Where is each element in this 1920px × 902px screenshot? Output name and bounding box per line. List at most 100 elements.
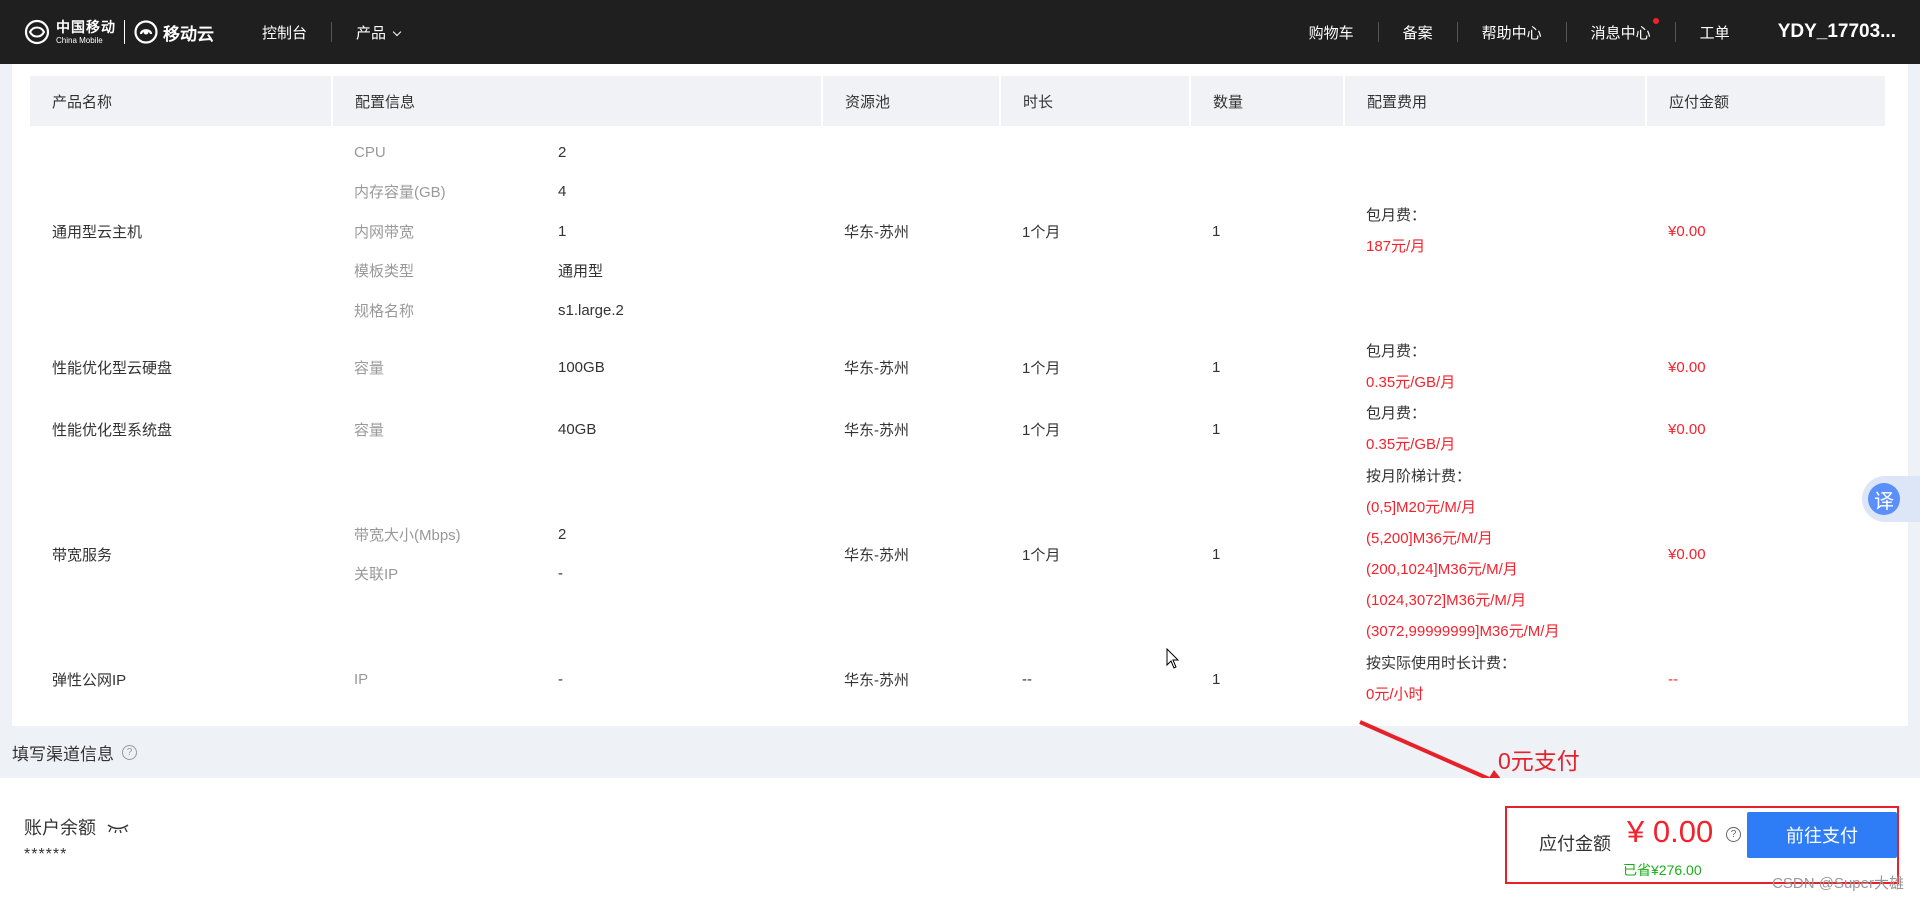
config-key: 模板类型 [354, 263, 415, 280]
table-row: 性能优化型云硬盘 容量 100GB 华东-苏州 1个月 1 包月费： 0.35元/… [30, 336, 1885, 398]
duration: 1个月 [1022, 546, 1061, 564]
quantity: 1 [1212, 222, 1221, 240]
brand-cn: 中国移动 [56, 18, 116, 35]
mobile-cloud-logo-icon [134, 20, 158, 44]
fee-line: 0.35元/GB/月 [1366, 374, 1456, 391]
config-fee: 按实际使用时长计费： 0元/小时 [1344, 648, 1646, 710]
header-config: 配置信息 [332, 76, 823, 126]
config-value: 100GB [558, 358, 605, 376]
amount-due: -- [1668, 670, 1678, 688]
fee-label: 包月费： [1366, 405, 1427, 422]
config-key: CPU [354, 143, 386, 161]
product-name: 性能优化型云硬盘 [52, 359, 173, 377]
duration: 1个月 [1022, 359, 1061, 377]
quantity: 1 [1212, 420, 1221, 438]
resource-pool: 华东-苏州 [844, 359, 909, 377]
config-cell: 容量 100GB [332, 336, 822, 398]
nav-filing[interactable]: 备案 [1379, 22, 1457, 43]
brand-en: China Mobile [56, 35, 103, 45]
config-cell: 带宽大小(Mbps) 2 关联IP - [332, 460, 822, 648]
config-value: 2 [558, 143, 567, 161]
nav-help-center[interactable]: 帮助中心 [1458, 22, 1566, 43]
eye-closed-icon[interactable] [107, 821, 129, 837]
duration: -- [1022, 670, 1032, 688]
product-name: 带宽服务 [52, 546, 113, 564]
resource-pool: 华东-苏州 [844, 421, 909, 439]
config-item: 规格名称 s1.large.2 [354, 290, 822, 330]
config-key: IP [354, 670, 369, 688]
amount-due: ¥0.00 [1668, 420, 1706, 438]
product-name: 性能优化型系统盘 [52, 421, 173, 439]
config-value: 4 [558, 183, 567, 200]
config-cell: IP - [332, 648, 822, 710]
quantity: 1 [1212, 358, 1221, 376]
header-resource-pool: 资源池 [822, 76, 1001, 126]
pay-amount-label: 应付金额 [1539, 834, 1611, 854]
config-cell: 容量 40GB [332, 398, 822, 460]
user-account[interactable]: YDY_17703... [1754, 21, 1896, 43]
table-row: 性能优化型系统盘 容量 40GB 华东-苏州 1个月 1 包月费： 0.35元/G… [30, 398, 1885, 460]
header-config-fee: 配置费用 [1344, 76, 1647, 126]
config-value: 通用型 [558, 263, 604, 280]
config-value: s1.large.2 [558, 301, 624, 319]
config-key: 容量 [354, 359, 385, 377]
brand-logo[interactable]: 中国移动 China Mobile 移动云 [24, 16, 214, 48]
amount-due: ¥0.00 [1668, 545, 1706, 563]
annotation-label: 0元支付 [1498, 748, 1580, 774]
unread-dot [1652, 17, 1659, 24]
resource-pool: 华东-苏州 [844, 671, 909, 689]
help-icon[interactable]: ? [122, 745, 137, 760]
pay-amount-value: ¥ 0.00 [1627, 814, 1714, 849]
config-item: 容量 100GB [354, 347, 822, 387]
watermark: CSDN @Super大雄 [1772, 875, 1904, 892]
config-key: 带宽大小(Mbps) [354, 526, 461, 544]
china-mobile-logo-icon [24, 19, 50, 45]
translate-widget[interactable]: 译 [1862, 476, 1920, 522]
nav-message-center[interactable]: 消息中心 [1567, 17, 1675, 43]
nav-products[interactable]: 产品 [332, 22, 424, 43]
header-duration: 时长 [1000, 76, 1191, 126]
fee-line: (3072,99999999]M36元/M/月 [1366, 623, 1560, 640]
fee-line: (0,5]M20元/M/月 [1366, 499, 1477, 516]
channel-info-header[interactable]: 填写渠道信息 ? [12, 740, 137, 765]
resource-pool: 华东-苏州 [844, 546, 909, 564]
config-value: 1 [558, 222, 567, 240]
quantity: 1 [1212, 545, 1221, 563]
fee-line: (1024,3072]M36元/M/月 [1366, 592, 1527, 609]
resource-pool: 华东-苏州 [844, 223, 909, 241]
config-key: 规格名称 [354, 302, 415, 320]
table-row: 通用型云主机 CPU 2 内存容量(GB) 4 内网带宽 1 模板类型 通用型 规格名称… [30, 126, 1885, 336]
saved-amount: 已省¥276.00 [1623, 862, 1702, 878]
channel-info-title: 填写渠道信息 [12, 745, 114, 764]
fee-line: 187元/月 [1366, 238, 1426, 255]
checkout-bar: 账户余额 ****** 应付金额 ¥ 0.00 ? 已省¥276.00 前往支付 [0, 778, 1920, 902]
chevron-down-icon [392, 27, 402, 36]
config-item: 带宽大小(Mbps) 2 [354, 515, 822, 555]
nav-cart[interactable]: 购物车 [1285, 22, 1378, 43]
config-key: 内存容量(GB) [354, 184, 446, 201]
translate-icon: 译 [1868, 483, 1900, 515]
table-header-row: 产品名称 配置信息 资源池 时长 数量 配置费用 应付金额 [30, 76, 1885, 126]
brand-cloud: 移动云 [163, 24, 214, 44]
fee-label: 按实际使用时长计费： [1366, 655, 1517, 672]
table-row: 带宽服务 带宽大小(Mbps) 2 关联IP - 华东-苏州 1个月 1 按月阶梯计… [30, 460, 1885, 648]
fee-line: (5,200]M36元/M/月 [1366, 530, 1493, 547]
top-nav: 中国移动 China Mobile 移动云 控制台 产品 购物车 备案 帮助中心… [0, 0, 1920, 64]
logo-divider [124, 20, 125, 44]
config-item: IP - [354, 659, 822, 699]
fee-label: 按月阶梯计费： [1366, 468, 1472, 485]
go-to-pay-button[interactable]: 前往支付 [1747, 812, 1897, 858]
config-item: 关联IP - [354, 554, 822, 594]
config-item: 内存容量(GB) 4 [354, 172, 822, 212]
config-item: 模板类型 通用型 [354, 251, 822, 291]
nav-ticket[interactable]: 工单 [1676, 22, 1754, 43]
help-icon[interactable]: ? [1726, 827, 1741, 842]
nav-message-label: 消息中心 [1590, 24, 1651, 42]
mouse-cursor-icon [1166, 648, 1180, 669]
config-value: 40GB [558, 420, 597, 438]
fee-line: 0.35元/GB/月 [1366, 436, 1456, 453]
config-value: 2 [558, 525, 567, 543]
fee-label: 包月费： [1366, 343, 1427, 360]
nav-console[interactable]: 控制台 [262, 22, 331, 43]
balance-label: 账户余额 [24, 818, 96, 838]
